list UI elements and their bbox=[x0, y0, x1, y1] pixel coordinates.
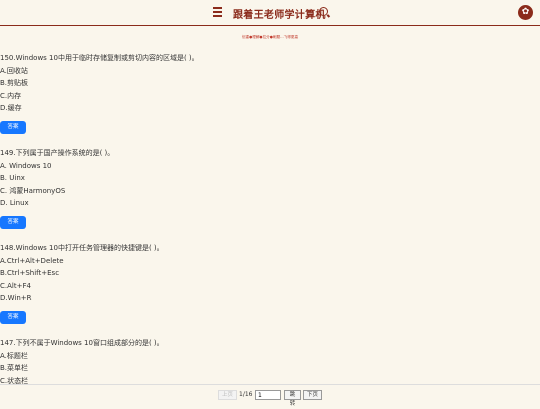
prev-page-button[interactable]: 上页 bbox=[218, 390, 237, 400]
option-a: A.标题栏 bbox=[0, 351, 28, 360]
question-title: 150.Windows 10中用于临时存储复制或剪切内容的区域是( )。 bbox=[0, 54, 199, 62]
page-indicator: 1/16 bbox=[239, 391, 253, 398]
option-b: B.Ctrl+Shift+Esc bbox=[0, 269, 60, 278]
option-a: A.Ctrl+Alt+Delete bbox=[0, 256, 64, 265]
option-c: C. 鸿蒙HarmonyOS bbox=[0, 186, 66, 195]
question-title: 147.下列不属于Windows 10窗口组成部分的是( )。 bbox=[0, 339, 164, 347]
option-b: B. Uinx bbox=[0, 174, 25, 183]
question-item: 149.下列属于国产操作系统的是( )。 A. Windows 10 B. Ui… bbox=[0, 149, 540, 230]
question-item: 147.下列不属于Windows 10窗口组成部分的是( )。 A.标题栏 B.… bbox=[0, 339, 540, 386]
question-title: 149.下列属于国产操作系统的是( )。 bbox=[0, 149, 115, 157]
option-d: D.缓存 bbox=[0, 104, 22, 113]
jump-button[interactable]: 跳转 bbox=[284, 390, 301, 407]
search-icon[interactable] bbox=[319, 7, 328, 16]
answer-button[interactable]: 答案 bbox=[0, 121, 26, 135]
option-d: D.Win+R bbox=[0, 294, 32, 303]
answer-button[interactable]: 答案 bbox=[0, 216, 26, 230]
top-bar: 跟着王老师学计算机 ✿ bbox=[0, 0, 540, 26]
pagination-bar: 上页 1/16 跳转 下页 bbox=[0, 384, 540, 407]
option-c: C.Alt+F4 bbox=[0, 281, 31, 290]
option-b: B.菜单栏 bbox=[0, 364, 29, 373]
page-number-input[interactable] bbox=[255, 390, 281, 400]
question-item: 150.Windows 10中用于临时存储复制或剪切内容的区域是( )。 A.回… bbox=[0, 54, 540, 135]
option-d: D. Linux bbox=[0, 199, 29, 208]
question-item: 148.Windows 10中打开任务管理器的快捷键是( )。 A.Ctrl+A… bbox=[0, 244, 540, 325]
answer-button[interactable]: 答案 bbox=[0, 311, 26, 325]
notice-banner: 划重●理解●拉分●刷题…飞得更高 bbox=[241, 35, 299, 39]
option-a: A. Windows 10 bbox=[0, 161, 52, 170]
site-title[interactable]: 跟着王老师学计算机 bbox=[233, 6, 326, 21]
question-title: 148.Windows 10中打开任务管理器的快捷键是( )。 bbox=[0, 244, 164, 252]
option-c: C.内存 bbox=[0, 91, 22, 100]
next-page-button[interactable]: 下页 bbox=[303, 390, 322, 400]
menu-icon[interactable] bbox=[213, 7, 222, 17]
gear-icon[interactable]: ✿ bbox=[518, 5, 533, 20]
option-b: B.剪贴板 bbox=[0, 79, 29, 88]
option-a: A.回收站 bbox=[0, 66, 28, 75]
